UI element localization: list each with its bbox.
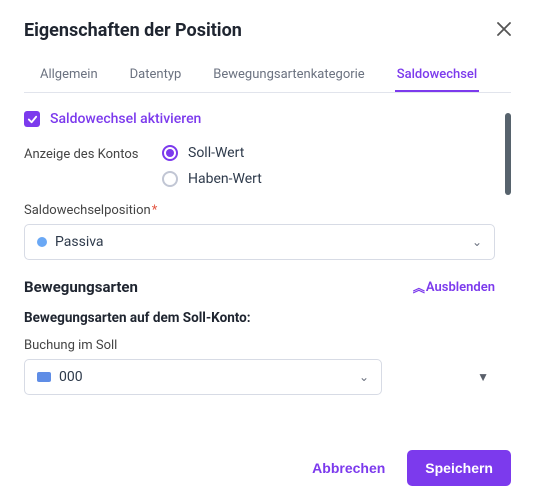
tab-allgemein[interactable]: Allgemein	[38, 59, 100, 92]
tab-saldowechsel[interactable]: Saldowechsel	[395, 59, 479, 92]
double-chevron-up-icon: ︽	[413, 279, 422, 296]
enable-checkbox[interactable]	[24, 111, 40, 127]
required-marker: *	[152, 203, 158, 218]
row-expand-icon[interactable]: ▼	[477, 370, 495, 384]
tab-bar: Allgemein Datentyp Bewegungsartenkategor…	[24, 59, 511, 93]
enable-label: Saldowechsel aktivieren	[50, 111, 201, 127]
position-label: Saldowechselposition*	[24, 203, 495, 218]
collapse-button[interactable]: ︽ Ausblenden	[413, 279, 495, 296]
booking-label: Buchung im Soll	[24, 338, 495, 353]
tab-bewegungsartenkategorie[interactable]: Bewegungsartenkategorie	[211, 59, 366, 92]
radio-haben-wert[interactable]: Haben-Wert	[162, 171, 262, 187]
radio-label-haben: Haben-Wert	[188, 171, 262, 187]
radio-icon	[162, 171, 178, 187]
debit-section-label: Bewegungsarten auf dem Soll-Konto:	[24, 310, 495, 326]
movements-title: Bewegungsarten	[24, 278, 138, 296]
tab-datentyp[interactable]: Datentyp	[128, 59, 184, 92]
dot-icon	[37, 237, 47, 247]
booking-value: 000	[59, 369, 83, 385]
position-dropdown[interactable]: Passiva ⌄	[24, 224, 495, 260]
chevron-down-icon: ⌄	[472, 235, 482, 249]
radio-icon	[162, 145, 178, 161]
account-display-label: Anzeige des Kontos	[24, 145, 162, 162]
radio-label-soll: Soll-Wert	[188, 145, 244, 161]
chevron-down-icon: ⌄	[359, 370, 369, 384]
booking-dropdown[interactable]: 000 ⌄	[24, 359, 382, 395]
radio-soll-wert[interactable]: Soll-Wert	[162, 145, 262, 161]
scrollbar-thumb[interactable]	[505, 113, 511, 195]
cancel-button[interactable]: Abbrechen	[312, 450, 385, 486]
close-icon[interactable]	[497, 20, 511, 41]
page-title: Eigenschaften der Position	[24, 20, 242, 41]
movement-type-icon	[37, 372, 51, 382]
position-value: Passiva	[55, 234, 104, 250]
collapse-label: Ausblenden	[426, 280, 495, 295]
save-button[interactable]: Speichern	[407, 450, 511, 486]
